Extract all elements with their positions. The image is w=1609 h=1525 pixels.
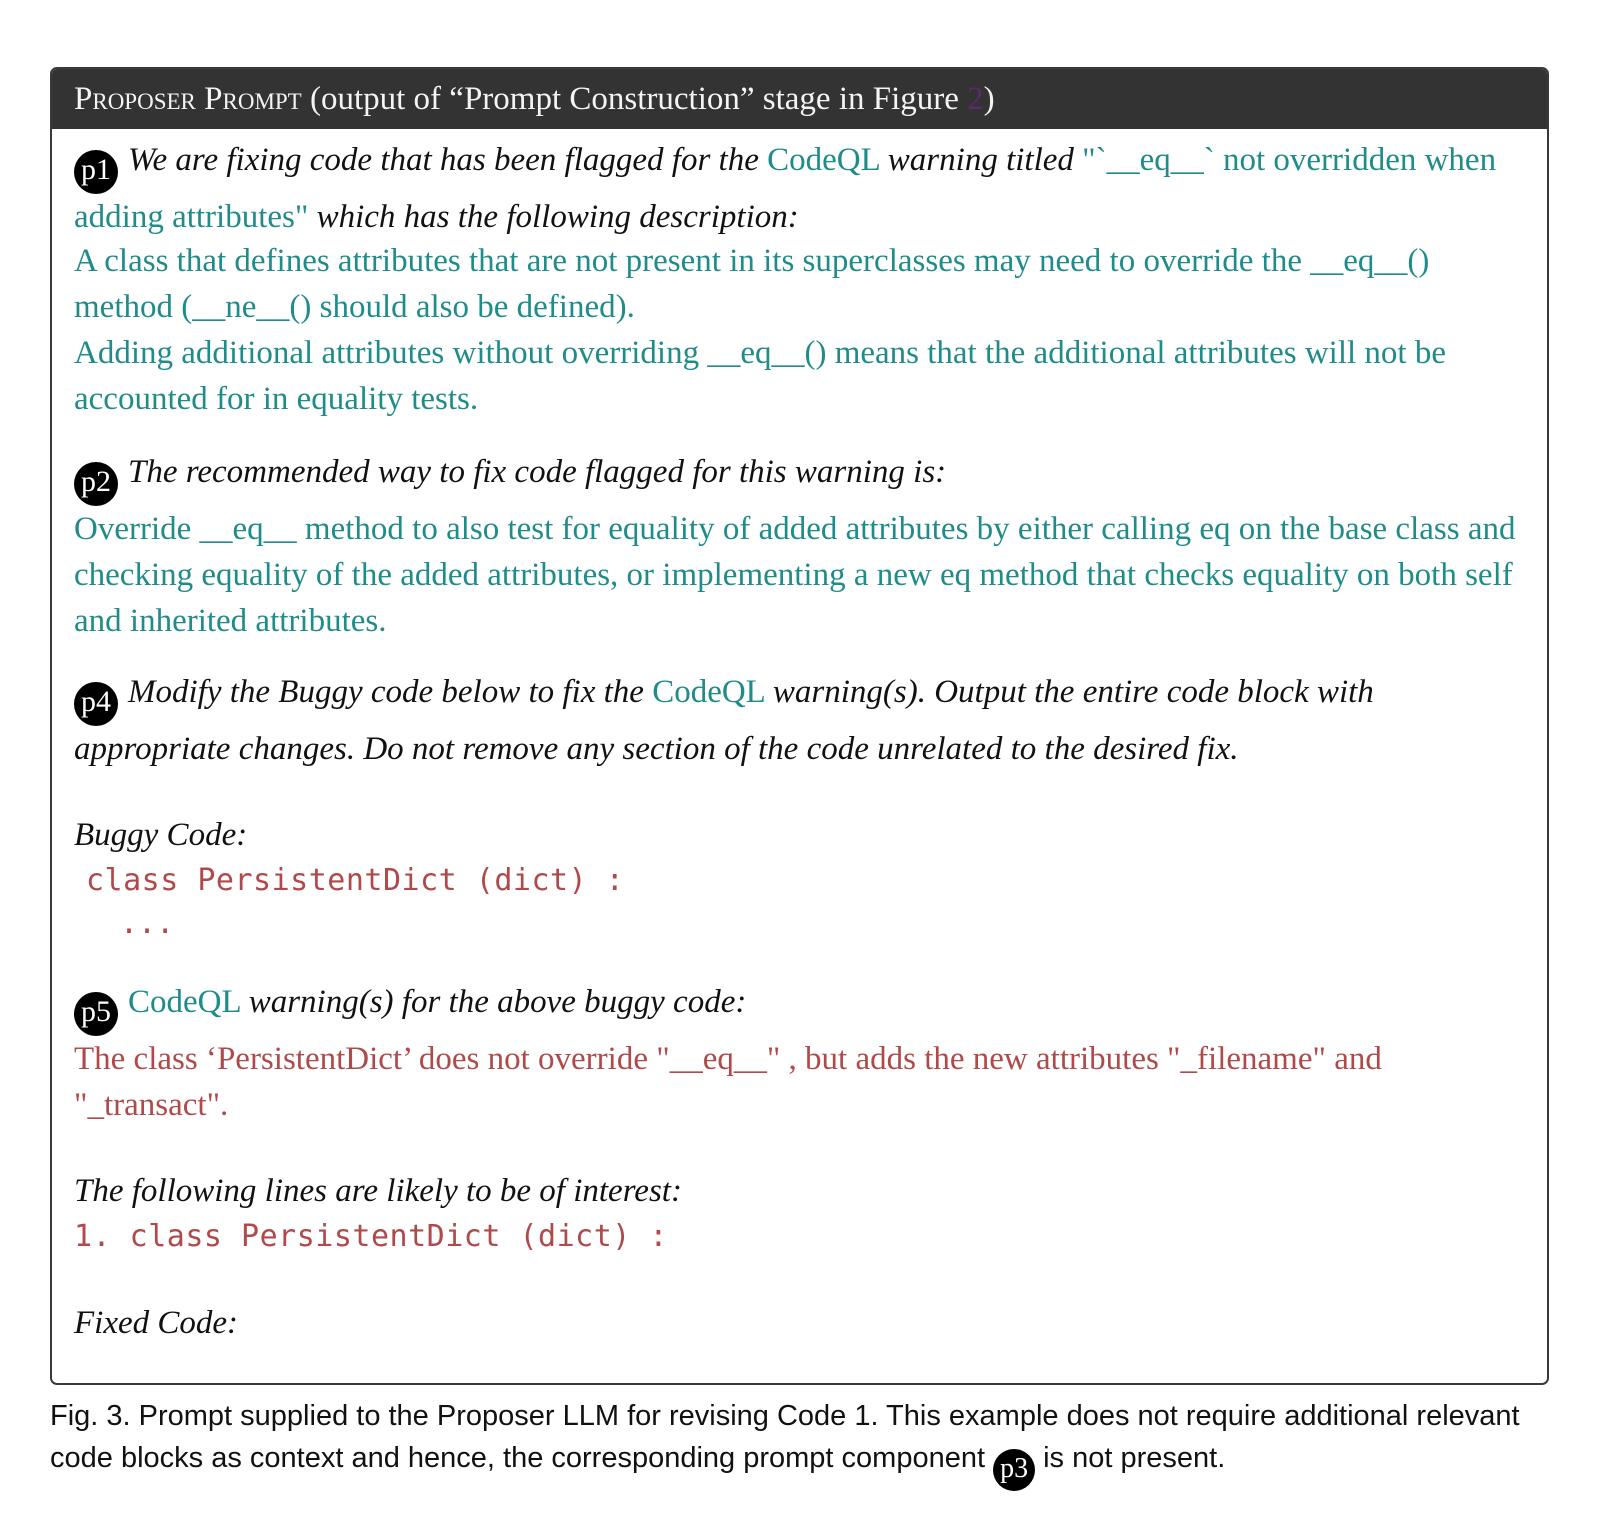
p1-intro: We are fixing code that has been flagged… [128,142,759,178]
p2-section: p2 The recommended way to fix code flagge… [74,449,1527,644]
p1-badge: p1 [74,150,118,194]
buggy-code-ellipsis: ... [120,906,175,941]
buggy-code-label: Buggy Code: [74,817,248,853]
header-title-close: ) [983,81,995,117]
p5-intro-rest: warning(s) for the above buggy code: [248,984,747,1020]
lines-of-interest-label: The following lines are likely to be of … [74,1173,682,1209]
p4-intro-line: p4 Modify the Buggy code below to fix the… [74,669,1527,772]
p2-recommendation: Override __eq__ method to also test for … [74,511,1516,639]
p2-intro: The recommended way to fix code flagged … [128,454,947,490]
line-of-interest-1: 1. class PersistentDict (dict) : [74,1219,668,1254]
p4-intro: Modify the Buggy code below to fix the [128,674,644,710]
caption-text-1: Fig. 3. Prompt supplied to the Proposer … [50,1400,1520,1474]
p5-tool-name: CodeQL [128,984,241,1020]
p5-badge: p5 [74,992,118,1036]
header-figure-ref[interactable]: 2 [967,81,984,117]
prompt-box-header: Proposer Prompt (output of “Prompt Const… [52,69,1547,129]
p2-badge: p2 [74,462,118,506]
header-title-smallcaps: Proposer Prompt [74,81,302,117]
buggy-code-line: class PersistentDict (dict) : [86,863,625,898]
p5-section: p5 CodeQL warning(s) for the above buggy … [74,979,1527,1346]
caption-text-2: is not present. [1043,1442,1226,1474]
p1-after: which has the following description: [316,199,799,235]
p1-tool-name: CodeQL [767,142,880,178]
header-title-rest: (output of “Prompt Construction” stage i… [301,81,968,117]
fixed-code-label: Fixed Code: [74,1305,239,1341]
p1-intro-line: p1 We are fixing code that has been flagg… [74,137,1527,240]
p1-mid: warning titled [887,142,1074,178]
prompt-box: Proposer Prompt (output of “Prompt Const… [50,67,1549,1385]
p4-section: p4 Modify the Buggy code below to fix the… [74,669,1527,944]
p5-intro-line: p5 CodeQL warning(s) for the above buggy … [74,979,1527,1036]
p1-description-1: A class that defines attributes that are… [74,243,1430,325]
figure-caption: Fig. 3. Prompt supplied to the Proposer … [50,1395,1570,1491]
p5-warning-text: The class ‘PersistentDict’ does not over… [74,1041,1382,1123]
caption-p3-badge: p3 [993,1449,1036,1491]
p1-description-2: Adding additional attributes without ove… [74,335,1446,417]
p4-badge: p4 [74,682,118,726]
p1-section: p1 We are fixing code that has been flagg… [74,137,1527,422]
p4-tool-name: CodeQL [652,674,765,710]
p2-intro-line: p2 The recommended way to fix code flagge… [74,449,1527,506]
